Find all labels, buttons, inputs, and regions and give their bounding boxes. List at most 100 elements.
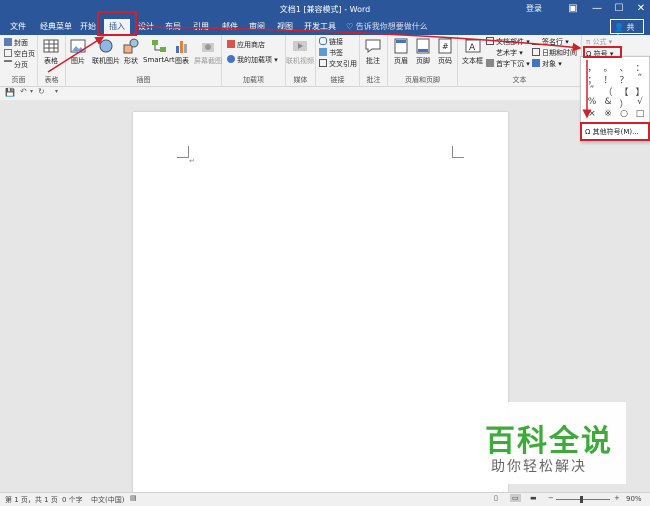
signature-button[interactable]: 签名行 ▾ [532, 37, 569, 47]
highlight-insert-tab [97, 11, 137, 36]
tab-2[interactable]: 开始 [80, 21, 96, 32]
comment-label: 批注 [366, 57, 380, 65]
wordart-label: 艺术字 [496, 49, 517, 57]
group-links: 链接 书签 交叉引用 链接 [316, 35, 360, 87]
redo-icon[interactable]: ↻ [38, 87, 45, 96]
ribbon-display-icon[interactable]: ▣ [562, 1, 584, 17]
smartart-label: SmartArt [143, 56, 175, 64]
object-icon [532, 59, 540, 67]
textbox-button[interactable]: A 文本框 [462, 38, 483, 66]
tab-0[interactable]: 文件 [10, 21, 26, 32]
tab-6[interactable]: 引用 [193, 21, 209, 32]
footer-button[interactable]: 页脚 [415, 38, 431, 66]
group-media-label: 媒体 [293, 76, 308, 84]
symbol-cell[interactable]: □ [633, 109, 647, 119]
page-break-button[interactable]: 分页 [4, 60, 28, 70]
footer-label: 页脚 [416, 57, 430, 65]
language[interactable]: 中文(中国) [91, 495, 124, 505]
undo-dropdown-icon[interactable]: ▾ [30, 88, 33, 95]
online-video-button[interactable]: 联机视频 [286, 38, 314, 66]
tab-4[interactable]: 设计 [138, 21, 154, 32]
close-icon[interactable]: ✕ [630, 1, 650, 17]
datetime-button[interactable]: 日期和时间 [532, 48, 577, 58]
bookmark-button[interactable]: 书签 [319, 48, 343, 58]
tell-me-text: 告诉我你想要做什么 [355, 22, 428, 31]
tell-me-search[interactable]: ♡ 告诉我你想要做什么 [346, 21, 428, 32]
online-picture-button[interactable]: 联机图片 [92, 38, 120, 66]
zoom-in-icon[interactable]: + [614, 494, 620, 502]
dropcap-button[interactable]: 首字下沉 ▾ [486, 59, 530, 69]
header-button[interactable]: 页眉 [393, 38, 409, 66]
datetime-label: 日期和时间 [542, 49, 577, 57]
shapes-button[interactable]: 形状 [123, 38, 139, 66]
zoom-out-icon[interactable]: − [548, 494, 554, 502]
paragraph-mark-icon: ↵ [189, 157, 195, 165]
wordart-icon [486, 48, 494, 56]
wordart-button[interactable]: 艺术字 ▾ [486, 48, 523, 58]
object-button[interactable]: 对象 ▾ [532, 59, 562, 69]
my-addins-button[interactable]: 我的加载项 ▾ [227, 55, 278, 65]
blank-page-button[interactable]: 空白页 [4, 49, 35, 59]
symbol-cell[interactable]: ” [585, 85, 599, 95]
zoom-slider-thumb[interactable] [580, 496, 583, 503]
smartart-button[interactable]: SmartArt [143, 38, 175, 64]
comment-button[interactable]: 批注 [365, 38, 381, 66]
login-link[interactable]: 登录 [526, 3, 542, 14]
word-count[interactable]: 0 个字 [62, 495, 83, 505]
group-media: 联机视频 媒体 [286, 35, 316, 87]
table-icon [43, 39, 59, 53]
symbol-cell[interactable]: ※ [601, 109, 615, 119]
picture-button[interactable]: 图片 [70, 38, 86, 66]
maximize-icon[interactable]: ☐ [608, 1, 630, 17]
quickparts-label: 文档部件 [496, 38, 524, 46]
minimize-icon[interactable]: — [586, 1, 608, 17]
quickparts-button[interactable]: 文档部件 ▾ [486, 37, 530, 47]
store-button[interactable]: 应用商店 [227, 40, 265, 50]
document-page[interactable]: ↵ [133, 112, 508, 497]
zoom-slider[interactable] [556, 499, 610, 500]
print-layout-icon[interactable]: ▭ [510, 494, 521, 502]
highlight-symbol-button [583, 46, 622, 58]
link-icon [319, 37, 327, 45]
smartart-icon [151, 40, 166, 52]
status-bar: 第 1 页，共 1 页 0 个字 中文(中国) ▤ ▯ ▭ ▬ − + 90% [0, 492, 650, 506]
macro-icon[interactable]: ▤ [130, 494, 137, 502]
shapes-label: 形状 [124, 57, 138, 65]
symbol-cell[interactable]: “ [633, 73, 647, 83]
tab-7[interactable]: 邮件 [222, 21, 238, 32]
person-icon: 👤 [614, 23, 624, 32]
crossref-button[interactable]: 交叉引用 [319, 59, 357, 69]
symbol-cell[interactable]: ○ [617, 109, 631, 119]
symbol-cell[interactable]: × [585, 109, 599, 119]
tab-8[interactable]: 审阅 [249, 21, 265, 32]
tab-1[interactable]: 经典菜单 [40, 21, 72, 32]
page-break-icon [4, 60, 12, 68]
table-button[interactable]: 表格 [43, 38, 59, 66]
screenshot-label: 屏幕截图 [194, 57, 222, 65]
symbol-cell[interactable]: % [585, 97, 599, 107]
highlight-more-symbols [580, 122, 650, 141]
read-mode-icon[interactable]: ▯ [494, 494, 498, 502]
save-icon[interactable]: 💾 [5, 88, 15, 97]
tab-10[interactable]: 开发工具 [304, 21, 336, 32]
share-button[interactable]: 👤 共享 [610, 19, 644, 43]
web-layout-icon[interactable]: ▬ [530, 494, 537, 502]
page-count[interactable]: 第 1 页，共 1 页 [5, 495, 58, 505]
zoom-level[interactable]: 90% [626, 495, 642, 503]
group-illustrations-label: 插图 [136, 76, 151, 84]
customize-qat-icon[interactable]: ▾ [55, 88, 58, 95]
page-number-button[interactable]: # 页码 [437, 38, 453, 66]
symbol-cell[interactable]: & [601, 97, 615, 107]
screenshot-button[interactable]: 屏幕截图 [194, 38, 222, 66]
link-button[interactable]: 链接 [319, 37, 343, 47]
tab-5[interactable]: 布局 [165, 21, 181, 32]
cover-page-button[interactable]: 封面 [4, 38, 28, 48]
blank-page-icon [4, 49, 12, 57]
crop-mark-tl [177, 146, 189, 158]
chart-button[interactable]: 图表 [174, 38, 190, 66]
group-comments-label: 批注 [366, 76, 381, 84]
my-addins-icon [227, 55, 235, 63]
undo-icon[interactable]: ↶ [20, 87, 27, 96]
symbol-cell[interactable]: √ [633, 97, 647, 107]
tab-9[interactable]: 视图 [277, 21, 293, 32]
